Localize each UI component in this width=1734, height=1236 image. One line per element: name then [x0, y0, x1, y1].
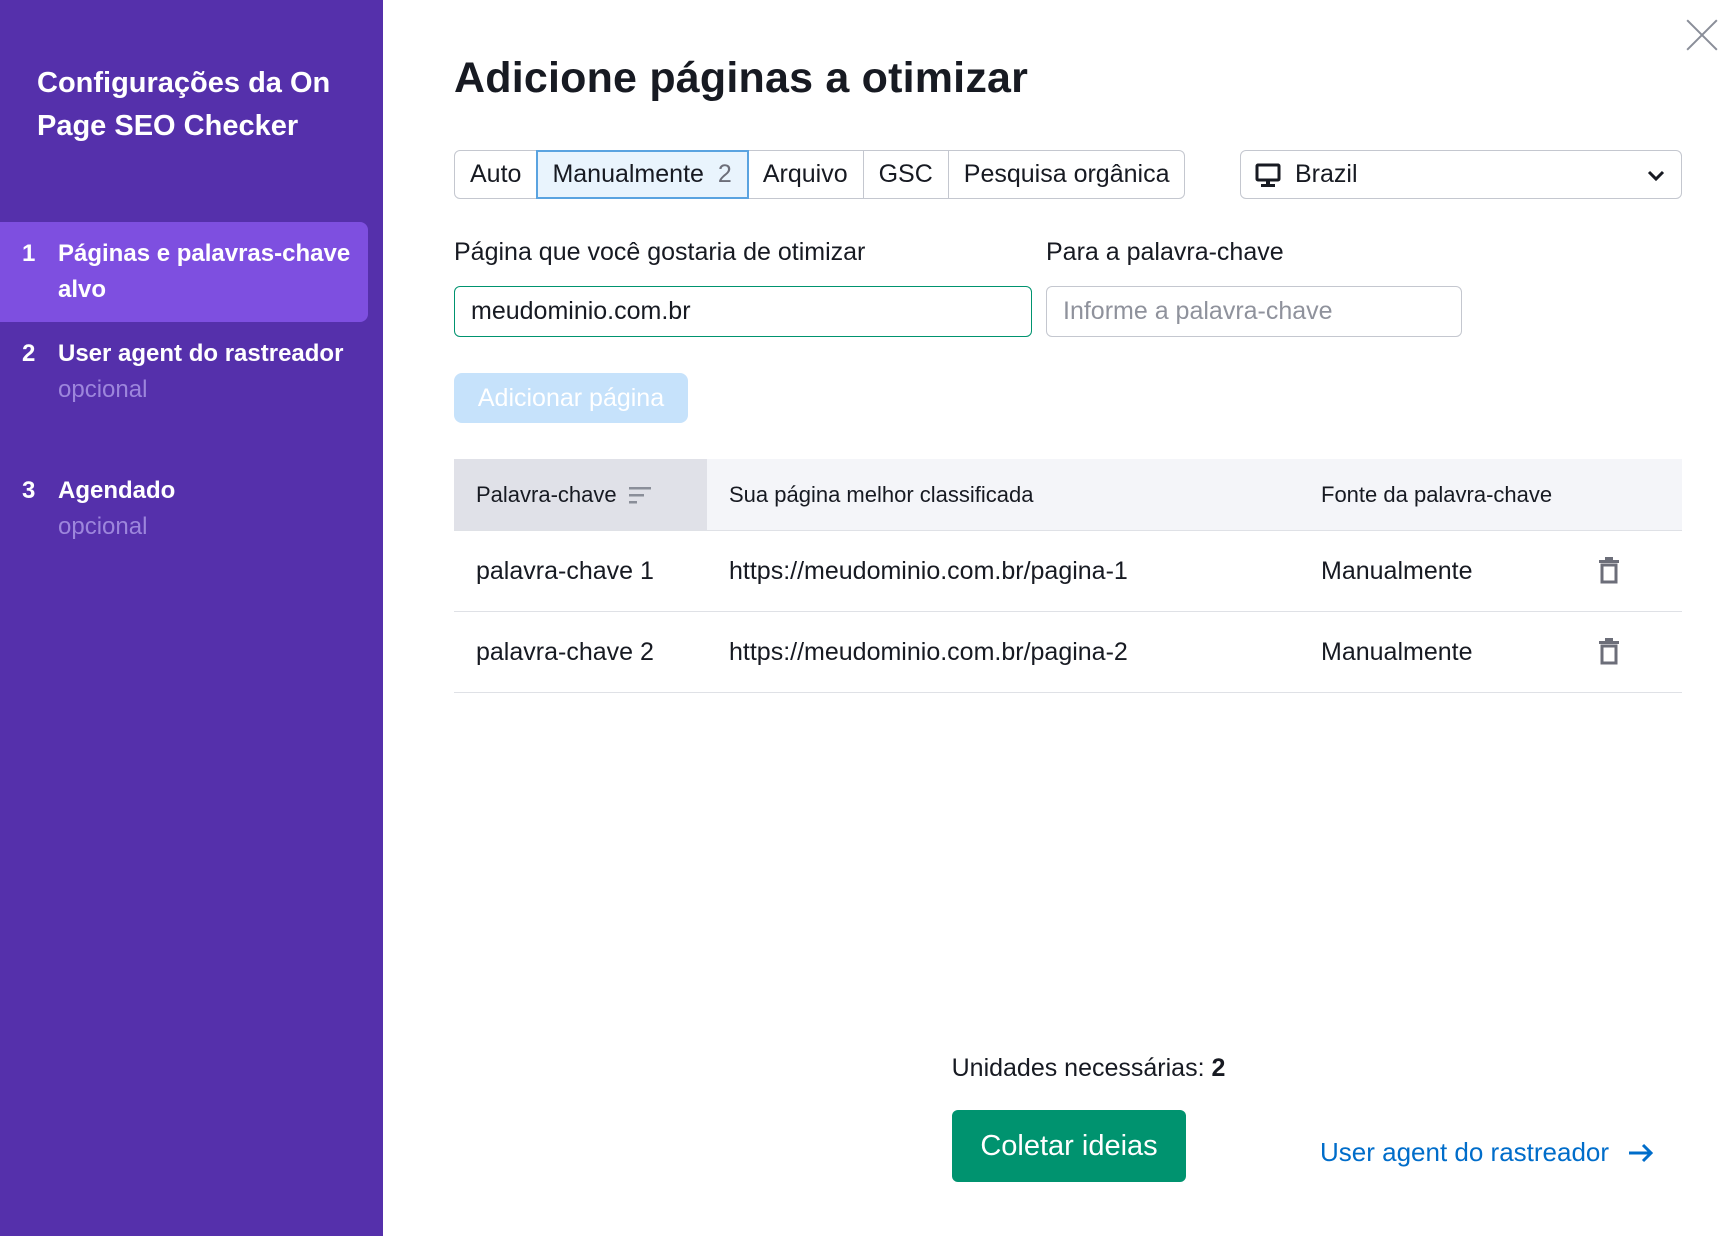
next-step-label: User agent do rastreador: [1320, 1137, 1610, 1167]
tab-label: Auto: [470, 160, 522, 188]
sidebar-title: Configurações da On Page SEO Checker: [37, 67, 331, 142]
tab-label: Manualmente: [552, 160, 704, 188]
keyword-input[interactable]: [1046, 286, 1462, 337]
step-label: Páginas e palavras-chave alvo: [58, 240, 351, 303]
arrow-right-icon: [1629, 1143, 1654, 1162]
page-url-input[interactable]: [454, 286, 1032, 337]
location-select[interactable]: Brazil: [1240, 150, 1682, 199]
tab-label: Arquivo: [762, 160, 848, 188]
column-header-label: Palavra-chave: [476, 481, 617, 507]
sidebar-step-pages-keywords[interactable]: 1 Páginas e palavras-chave alvo: [0, 222, 368, 322]
column-header-keyword[interactable]: Palavra-chave: [454, 459, 707, 530]
column-header-source: Fonte da palavra-chave: [1321, 481, 1553, 507]
tab-manual[interactable]: Manualmente 2: [536, 150, 749, 199]
trash-icon[interactable]: [1589, 551, 1629, 591]
tab-label: GSC: [878, 160, 933, 188]
desktop-icon: [1255, 163, 1281, 187]
chevron-down-icon: [1647, 170, 1665, 181]
column-header-url: Sua página melhor classificada: [729, 481, 1034, 507]
units-required: Unidades necessárias: 2: [0, 1054, 1734, 1083]
sort-icon: [628, 486, 651, 503]
step-number: 1: [22, 240, 36, 267]
add-page-button[interactable]: Adicionar página: [454, 373, 688, 423]
row-keyword: palavra-chave 2: [476, 637, 654, 666]
sidebar-step-schedule[interactable]: 3 Agendado opcional: [0, 459, 368, 559]
keyword-field-label: Para a palavra-chave: [1046, 238, 1284, 266]
step-optional-label: opcional: [58, 376, 148, 403]
tab-file[interactable]: Arquivo: [748, 151, 864, 198]
step-label: User agent do rastreador: [58, 340, 344, 367]
source-tabs: Auto Manualmente 2 Arquivo GSC Pesquisa o…: [454, 150, 1186, 199]
table-header: Palavra-chave Sua página melhor classifi…: [454, 459, 1682, 531]
page-field-label: Página que você gostaria de otimizar: [454, 238, 866, 266]
tab-label: Pesquisa orgânica: [963, 160, 1170, 188]
next-step-link[interactable]: User agent do rastreador: [1320, 1137, 1655, 1168]
tab-gsc[interactable]: GSC: [864, 151, 949, 198]
step-label: Agendado: [58, 477, 176, 504]
close-icon[interactable]: [1682, 14, 1722, 54]
step-number: 3: [22, 477, 36, 504]
tab-count-badge: 2: [717, 160, 732, 188]
step-number: 2: [22, 340, 36, 367]
collect-ideas-button[interactable]: Coletar ideias: [952, 1110, 1186, 1182]
trash-icon[interactable]: [1589, 632, 1629, 672]
row-url: https://meudominio.com.br/pagina-1: [729, 556, 1128, 585]
row-source: Manualmente: [1321, 637, 1473, 666]
pages-table: Palavra-chave Sua página melhor classifi…: [454, 459, 1682, 693]
units-value: 2: [1211, 1054, 1226, 1082]
row-source: Manualmente: [1321, 556, 1473, 585]
step-optional-label: opcional: [58, 513, 148, 540]
units-label: Unidades necessárias:: [951, 1054, 1205, 1082]
units-text: Unidades necessárias: 2: [469, 1054, 1709, 1083]
sidebar-step-user-agent[interactable]: 2 User agent do rastreador opcional: [0, 322, 368, 422]
page-title: Adicione páginas a otimizar: [454, 54, 1029, 102]
table-row: palavra-chave 2 https://meudominio.com.b…: [454, 612, 1682, 693]
sidebar: Configurações da On Page SEO Checker 1 P…: [0, 0, 383, 1236]
location-value: Brazil: [1295, 160, 1358, 188]
tab-auto[interactable]: Auto: [455, 151, 538, 198]
table-row: palavra-chave 1 https://meudominio.com.b…: [454, 531, 1682, 612]
row-url: https://meudominio.com.br/pagina-2: [729, 637, 1128, 666]
row-keyword: palavra-chave 1: [476, 556, 654, 585]
tab-organic-research[interactable]: Pesquisa orgânica: [949, 151, 1185, 198]
